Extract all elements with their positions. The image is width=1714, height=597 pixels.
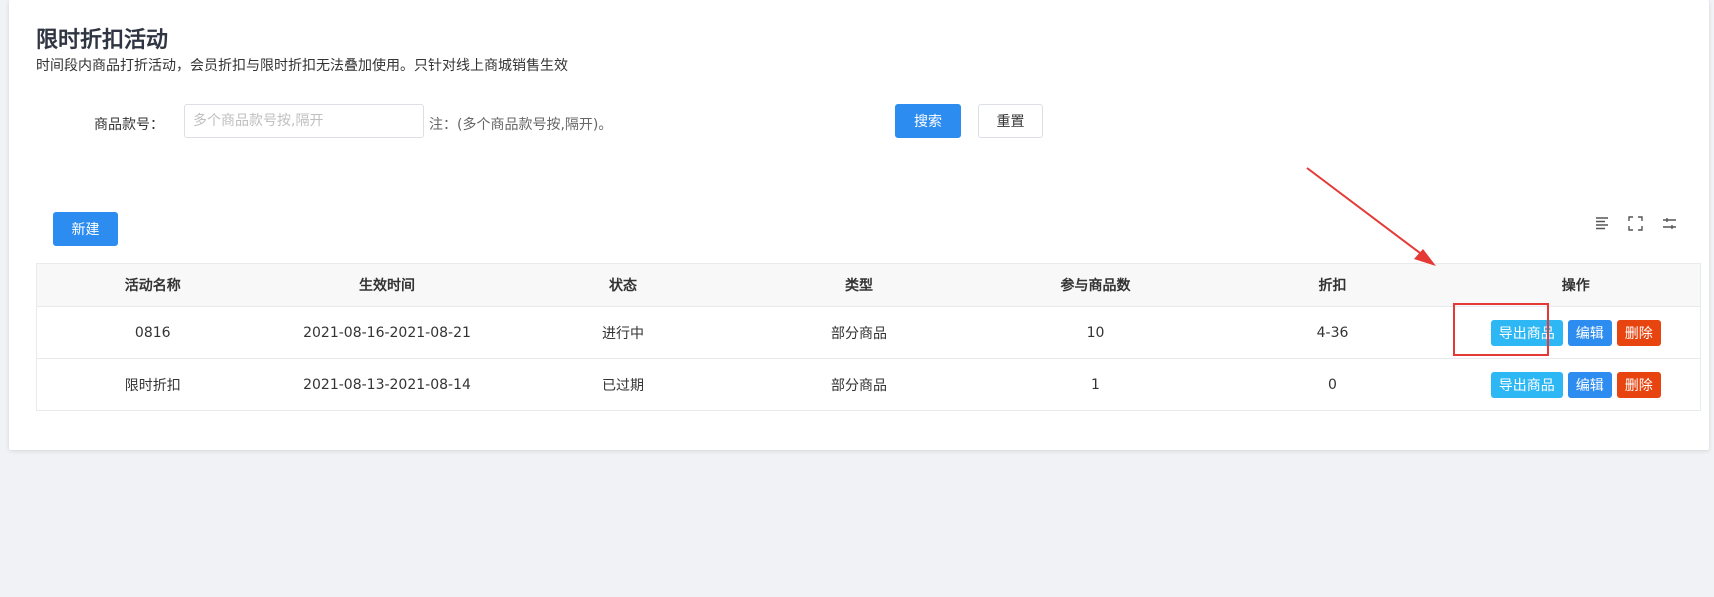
product-code-label: 商品款号： [94,117,164,133]
activity-table: 活动名称 生效时间 状态 类型 参与商品数 折扣 操作 0816 2021-08… [36,263,1701,411]
search-button[interactable]: 搜索 [895,104,961,138]
cell-effective-period: 2021-08-13-2021-08-14 [268,358,506,411]
column-header: 生效时间 [268,263,506,307]
cell-effective-period: 2021-08-16-2021-08-21 [268,306,506,359]
export-products-button[interactable]: 导出商品 [1490,371,1563,398]
cell-actions: 导出商品 编辑 删除 [1451,358,1701,411]
cell-product-count: 10 [977,306,1214,359]
row-actions: 导出商品 编辑 删除 [1452,319,1701,346]
page-description: 时间段内商品打折活动，会员折扣与限时折扣无法叠加使用。只针对线上商城销售生效 [36,58,568,74]
cell-product-count: 1 [977,358,1214,411]
table-row: 0816 2021-08-16-2021-08-21 进行中 部分商品 10 4… [36,306,1701,359]
cell-status: 进行中 [505,306,741,359]
product-code-note: 注：(多个商品款号按,隔开)。 [429,117,613,133]
cell-activity-name: 限时折扣 [36,358,269,411]
column-settings-icon[interactable] [1660,214,1678,232]
row-actions: 导出商品 编辑 删除 [1452,371,1701,398]
edit-button[interactable]: 编辑 [1567,371,1612,398]
cell-activity-name: 0816 [36,306,269,359]
delete-button[interactable]: 删除 [1616,371,1661,398]
new-button[interactable]: 新建 [53,212,118,246]
product-code-input[interactable] [184,104,424,138]
cell-type: 部分商品 [740,358,978,411]
cell-actions: 导出商品 编辑 删除 [1451,306,1701,359]
fullscreen-icon[interactable] [1626,214,1644,232]
table-header-row: 活动名称 生效时间 状态 类型 参与商品数 折扣 操作 [36,263,1701,307]
density-icon[interactable] [1593,214,1611,232]
cell-type: 部分商品 [740,306,978,359]
content-card: 限时折扣活动 时间段内商品打折活动，会员折扣与限时折扣无法叠加使用。只针对线上商… [9,0,1709,450]
column-header: 类型 [740,263,978,307]
column-header: 折扣 [1213,263,1452,307]
edit-button[interactable]: 编辑 [1567,319,1612,346]
column-header: 活动名称 [36,263,269,307]
column-header: 参与商品数 [977,263,1214,307]
column-header: 状态 [505,263,741,307]
export-products-button[interactable]: 导出商品 [1490,319,1563,346]
column-header: 操作 [1451,263,1701,307]
cell-status: 已过期 [505,358,741,411]
cell-discount: 4-36 [1213,306,1452,359]
table-row: 限时折扣 2021-08-13-2021-08-14 已过期 部分商品 1 0 … [36,358,1701,411]
cell-discount: 0 [1213,358,1452,411]
page-title: 限时折扣活动 [36,28,169,53]
reset-button[interactable]: 重置 [978,104,1043,138]
delete-button[interactable]: 删除 [1616,319,1661,346]
